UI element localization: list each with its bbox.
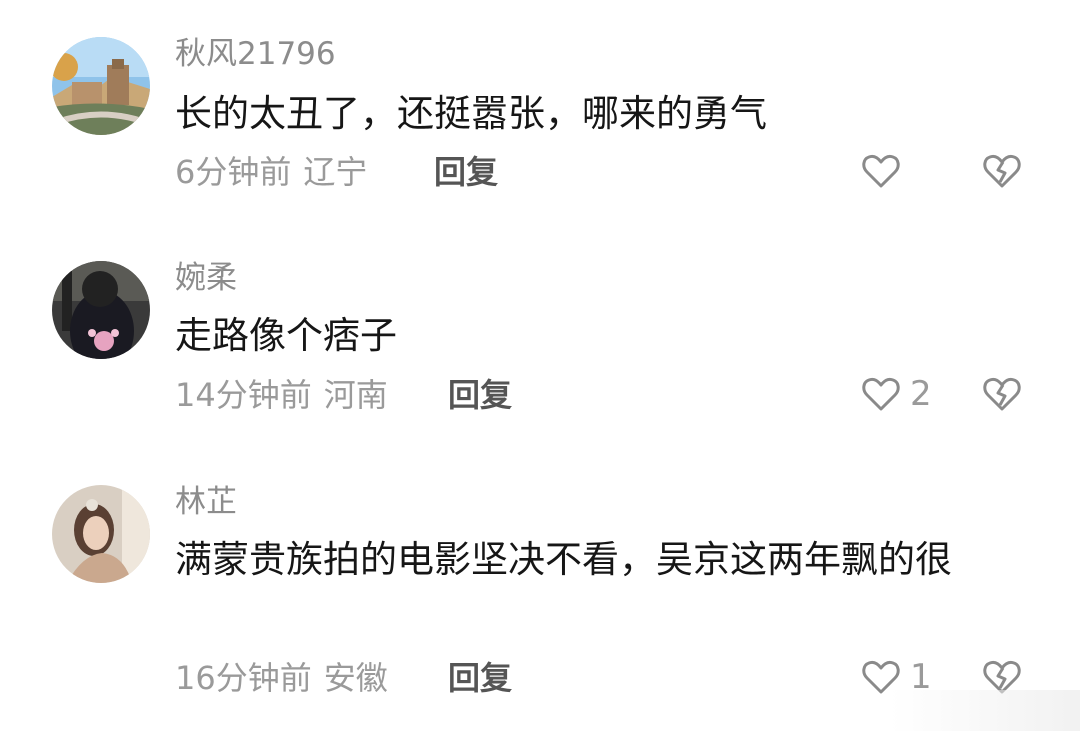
comment-meta: 6分钟前 辽宁	[175, 152, 367, 192]
heart-outline-icon	[860, 150, 902, 192]
username[interactable]: 婉柔	[175, 260, 237, 296]
username[interactable]: 秋风21796	[175, 36, 336, 72]
like-count: 2	[910, 374, 932, 414]
heart-outline-icon	[860, 373, 902, 415]
comment-text: 走路像个痞子	[175, 314, 397, 357]
dislike-button[interactable]	[981, 150, 1023, 192]
location: 安徽	[323, 659, 388, 697]
comment-text: 长的太丑了，还挺嚣张，哪来的勇气	[175, 92, 767, 135]
watermark-overlay	[890, 690, 1080, 731]
comment-meta: 14分钟前 河南	[175, 375, 388, 415]
avatar[interactable]	[52, 485, 150, 583]
reply-button[interactable]: 回复	[434, 152, 498, 192]
like-button[interactable]	[860, 150, 910, 192]
location: 辽宁	[303, 153, 368, 191]
avatar[interactable]	[52, 261, 150, 359]
timestamp: 14分钟前	[175, 376, 312, 414]
avatar[interactable]	[52, 37, 150, 135]
reply-button[interactable]: 回复	[448, 658, 512, 698]
comment-meta: 16分钟前 安徽	[175, 658, 388, 698]
reply-button[interactable]: 回复	[448, 375, 512, 415]
broken-heart-icon	[981, 150, 1023, 192]
comment-text: 满蒙贵族拍的电影坚决不看，吴京这两年飘的很	[175, 538, 952, 581]
username[interactable]: 林芷	[175, 484, 237, 520]
like-button[interactable]: 2	[860, 373, 932, 415]
location: 河南	[323, 376, 388, 414]
timestamp: 16分钟前	[175, 659, 312, 697]
timestamp: 6分钟前	[175, 153, 292, 191]
dislike-button[interactable]	[981, 373, 1023, 415]
broken-heart-icon	[981, 373, 1023, 415]
